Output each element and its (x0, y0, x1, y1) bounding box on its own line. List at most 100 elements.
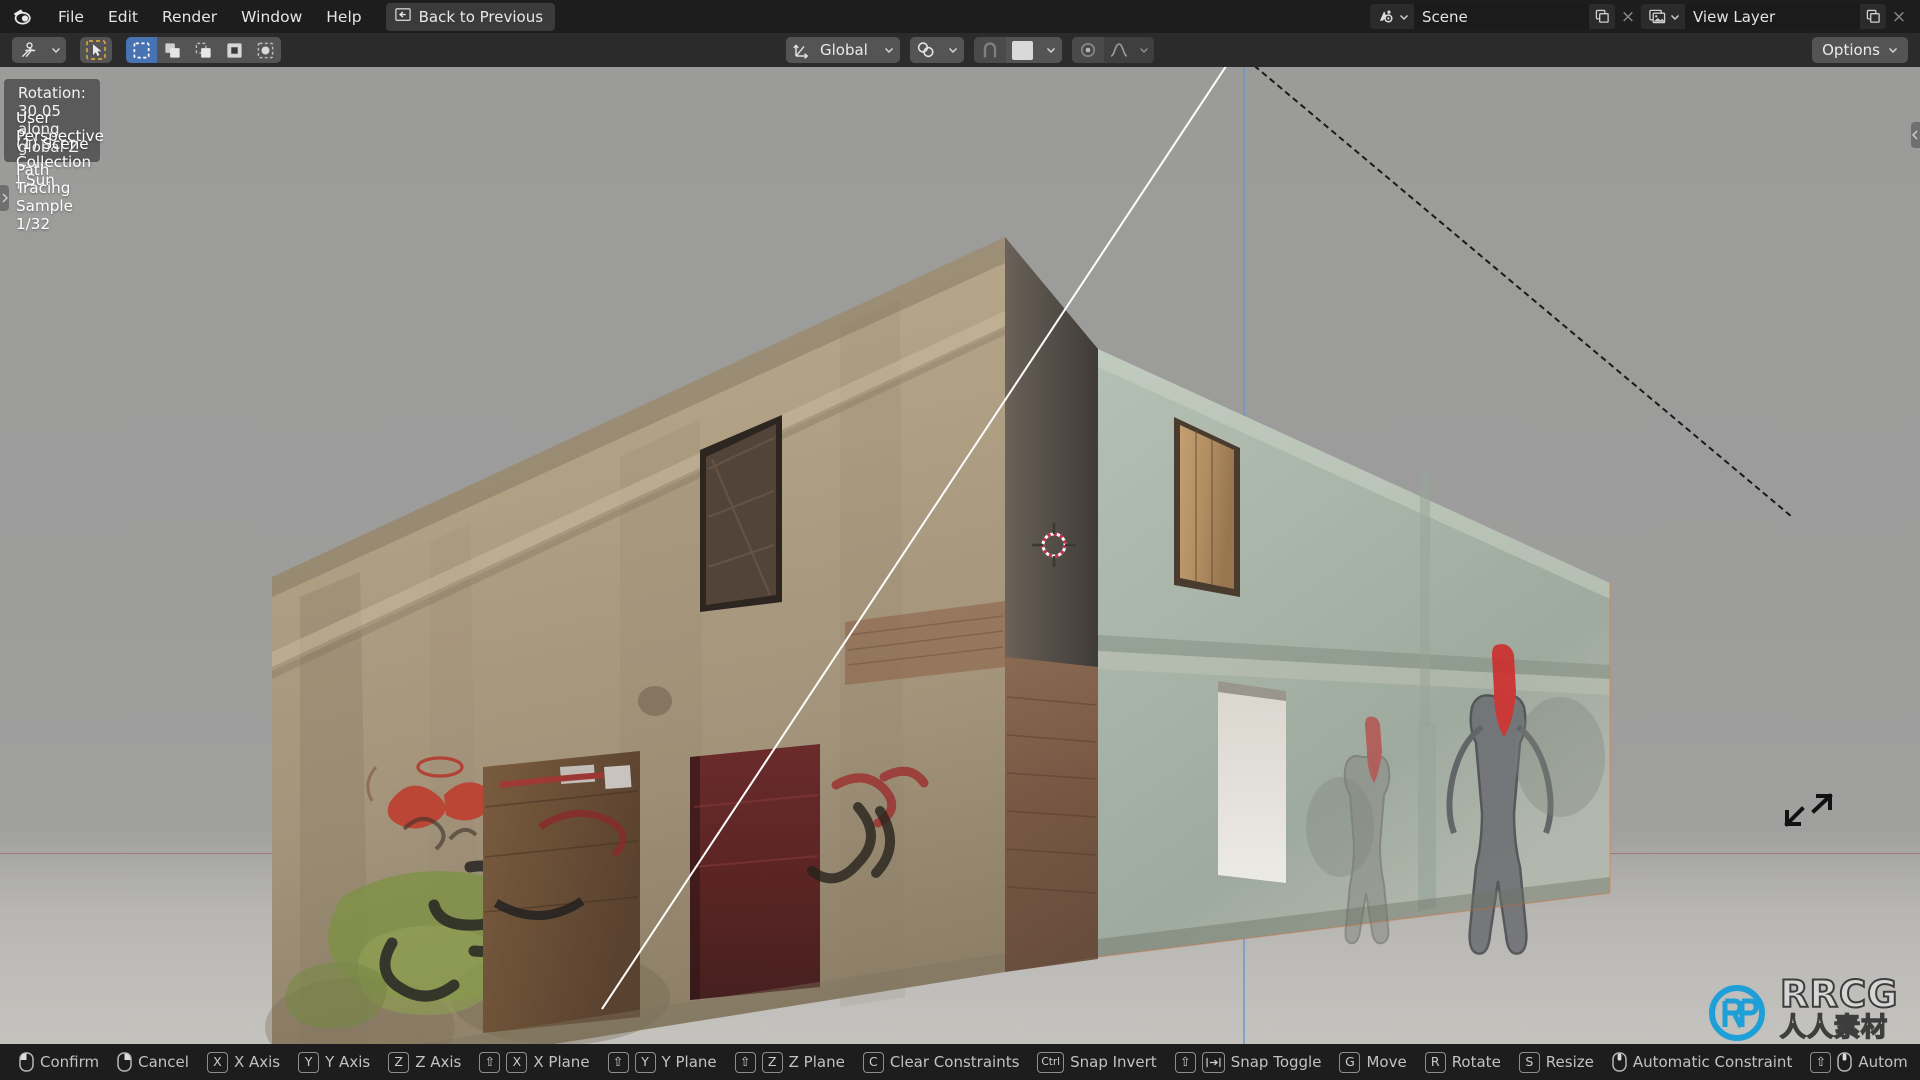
new-view-layer-icon[interactable] (1860, 4, 1886, 29)
status-item-rotate[interactable]: R Rotate (1416, 1051, 1510, 1073)
falloff-chevron[interactable] (1133, 37, 1154, 63)
proportional-edit-icon[interactable] (1071, 37, 1104, 63)
snapping-chevron (941, 37, 964, 63)
status-item-clear-constraints[interactable]: C Clear Constraints (854, 1051, 1029, 1073)
status-item-automatic-constraint-plane[interactable]: ⇧ Autom (1801, 1051, 1916, 1073)
rrcg-watermark: RRCG 人人素材 (1700, 972, 1910, 1044)
status-item-cancel[interactable]: Cancel (108, 1052, 198, 1072)
menu-file[interactable]: File (46, 5, 96, 29)
status-item-move[interactable]: G Move (1330, 1051, 1415, 1073)
status-item-resize[interactable]: S Resize (1510, 1051, 1603, 1073)
chevron-down-icon (1399, 14, 1409, 20)
back-to-previous-button[interactable]: Back to Previous (385, 2, 556, 31)
select-set-icon[interactable] (126, 37, 157, 63)
status-label-y-axis: Y Axis (325, 1053, 371, 1071)
chevron-down-icon (1670, 14, 1680, 20)
status-bar: Confirm Cancel X X Axis Y Y Axis Z Z Axi… (0, 1044, 1920, 1080)
wall-stain (638, 686, 672, 716)
top-menu-bar: File Edit Render Window Help Back to Pre… (0, 0, 1920, 33)
status-item-confirm[interactable]: Confirm (10, 1052, 108, 1072)
scene-name-field[interactable]: Scene (1414, 4, 1589, 29)
key-shift: ⇧ (479, 1051, 501, 1073)
view-layer-browse-icon[interactable] (1641, 4, 1685, 29)
transform-options-group: Global (786, 37, 1154, 63)
status-label-rotate: Rotate (1451, 1053, 1501, 1071)
menu-help[interactable]: Help (314, 5, 373, 29)
view-layer-selector: View Layer × (1641, 4, 1912, 29)
view-layer-name-field[interactable]: View Layer (1685, 4, 1860, 29)
chevron-down-icon (884, 47, 893, 54)
snapping-selector[interactable] (909, 37, 964, 63)
menu-window[interactable]: Window (229, 5, 314, 29)
scene-browse-icon[interactable] (1370, 4, 1414, 29)
blender-logo-icon[interactable] (10, 4, 36, 30)
status-item-x-plane[interactable]: ⇧ X X Plane (470, 1051, 598, 1073)
status-item-x-axis[interactable]: X X Axis (198, 1051, 289, 1073)
status-item-automatic-constraint[interactable]: Automatic Constraint (1603, 1052, 1801, 1072)
status-item-z-axis[interactable]: Z Z Axis (379, 1051, 470, 1073)
delete-scene-icon[interactable]: × (1615, 4, 1641, 29)
topbar-right-group: Scene × View Layer × (1370, 0, 1912, 33)
key-shift: ⇧ (607, 1051, 629, 1073)
status-label-snap-toggle: Snap Toggle (1230, 1053, 1322, 1071)
status-label-x-axis: X Axis (233, 1053, 281, 1071)
status-label-z-axis: Z Axis (415, 1053, 462, 1071)
status-label-z-plane: Z Plane (788, 1053, 845, 1071)
select-subtract-icon[interactable] (188, 37, 219, 63)
status-label-move: Move (1366, 1053, 1407, 1071)
mouse-middle-icon (1837, 1052, 1853, 1072)
delete-view-layer-icon[interactable]: × (1886, 4, 1912, 29)
status-item-z-plane[interactable]: ⇧ Z Z Plane (726, 1051, 854, 1073)
status-label-automatic-constraint-plane: Autom (1858, 1053, 1908, 1071)
menu-render[interactable]: Render (150, 5, 229, 29)
orientation-icon (786, 37, 818, 63)
new-scene-icon[interactable] (1589, 4, 1615, 29)
chevron-down-icon (1046, 47, 1055, 54)
blender-window: File Edit Render Window Help Back to Pre… (0, 0, 1920, 1080)
snap-target-icon (909, 37, 942, 63)
sidebar-expand-tab-right[interactable] (1911, 122, 1920, 148)
options-button[interactable]: Options (1812, 37, 1908, 63)
key-z: Z (761, 1051, 783, 1073)
active-tool-button[interactable] (80, 37, 112, 63)
watermark-brand: RRCG (1779, 972, 1899, 1016)
3d-viewport[interactable]: Rotation: 30.05 along global Z User Pers… (0, 67, 1920, 1062)
status-label-resize: Resize (1545, 1053, 1594, 1071)
magnet-icon[interactable] (973, 37, 1006, 63)
abandoned-building-mesh[interactable] (0, 67, 1920, 1062)
status-item-snap-invert[interactable]: Ctrl Snap Invert (1028, 1051, 1165, 1073)
side-doorway-opening (1218, 681, 1286, 883)
status-label-confirm: Confirm (40, 1053, 100, 1071)
status-label-clear-constraints: Clear Constraints (889, 1053, 1020, 1071)
editor-mode-selector[interactable] (12, 37, 66, 63)
tweak-select-icon (80, 37, 112, 63)
status-item-y-plane[interactable]: ⇧ Y Y Plane (599, 1051, 726, 1073)
status-item-snap-toggle[interactable]: ⇧ Snap Toggle (1166, 1051, 1331, 1073)
status-label-x-plane: X Plane (533, 1053, 590, 1071)
smooth-falloff-icon[interactable] (1103, 37, 1134, 63)
mouse-left-icon (19, 1052, 34, 1072)
pivot-chevron[interactable] (1039, 37, 1062, 63)
transform-orientation-selector[interactable]: Global (786, 37, 900, 63)
menu-edit[interactable]: Edit (96, 5, 150, 29)
key-s: S (1518, 1051, 1540, 1073)
mouse-middle-icon (1612, 1052, 1627, 1072)
transform-orientation-label: Global (818, 41, 878, 59)
toolbar-expand-tab-left[interactable] (0, 185, 9, 211)
viewport-tool-header: Global Options (0, 33, 1920, 67)
back-to-previous-icon (394, 7, 412, 27)
main-door (690, 744, 820, 1000)
status-label-cancel: Cancel (138, 1053, 189, 1071)
pivot-color-swatch[interactable] (1005, 37, 1040, 63)
resize-arrows-icon (1778, 789, 1834, 837)
orientation-chevron (877, 37, 900, 63)
status-item-y-axis[interactable]: Y Y Axis (289, 1051, 379, 1073)
select-intersect-icon[interactable] (250, 37, 281, 63)
options-label: Options (1822, 41, 1880, 59)
object-mode-icon (12, 37, 46, 63)
select-extend-icon[interactable] (157, 37, 188, 63)
select-invert-icon[interactable] (219, 37, 250, 63)
key-x: X (206, 1051, 228, 1073)
key-x: X (506, 1051, 528, 1073)
key-z: Z (388, 1051, 410, 1073)
